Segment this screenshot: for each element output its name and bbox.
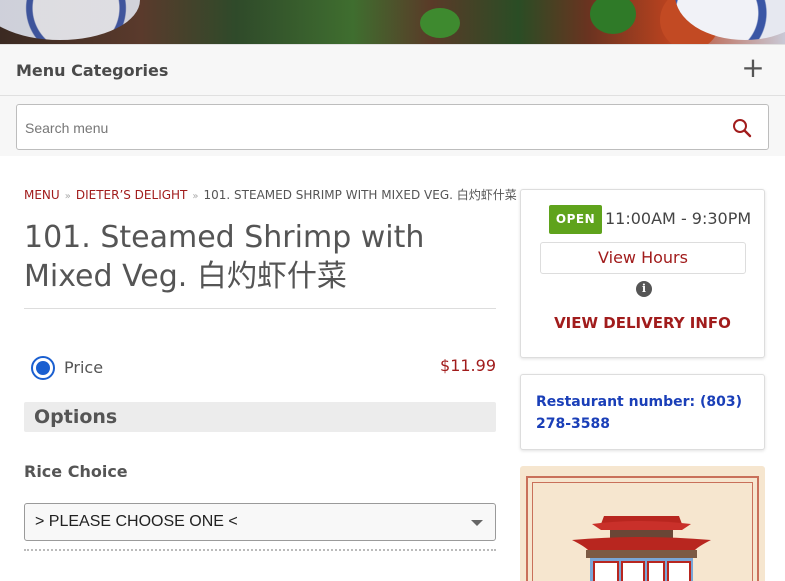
price-radio[interactable] — [31, 356, 55, 380]
restaurant-phone-link[interactable]: Restaurant number: (803) 278-3588 — [536, 391, 754, 435]
item-title: 101. Steamed Shrimp with Mixed Veg. 白灼虾什… — [24, 220, 425, 294]
search-input[interactable] — [25, 117, 705, 139]
breadcrumb-separator: » — [64, 191, 71, 202]
hero-food-image — [0, 0, 785, 44]
dotted-divider — [24, 549, 496, 551]
divider — [0, 95, 785, 96]
search-box — [16, 104, 769, 150]
breadcrumb-menu-link[interactable]: MENU — [24, 188, 60, 202]
restaurant-promo-image — [520, 466, 765, 581]
menu-categories-bar: Menu Categories + — [0, 44, 785, 156]
phone-card: Restaurant number: (803) 278-3588 — [520, 374, 765, 450]
price-option-row[interactable]: Price $11.99 — [24, 350, 496, 384]
breadcrumb-current: 101. STEAMED SHRIMP WITH MIXED VEG. 白灼虾什… — [203, 188, 517, 202]
options-section-header: Options — [24, 402, 496, 432]
breadcrumb-separator: » — [192, 191, 199, 202]
rice-choice-label: Rice Choice — [24, 462, 128, 481]
hero-plate-left — [0, 0, 140, 40]
divider — [24, 308, 496, 309]
menu-categories-title[interactable]: Menu Categories — [16, 61, 168, 80]
breadcrumb-category-link[interactable]: DIETER’S DELIGHT — [76, 188, 188, 202]
pagoda-building-icon — [572, 516, 711, 581]
options-heading: Options — [34, 406, 118, 428]
hero-broccoli — [420, 8, 460, 38]
rice-choice-value: > PLEASE CHOOSE ONE < — [35, 513, 238, 530]
price-label: Price — [64, 358, 104, 377]
view-delivery-info-link[interactable]: VIEW DELIVERY INFO — [521, 314, 764, 332]
hours-text: 11:00AM - 9:30PM — [605, 209, 752, 228]
search-icon[interactable] — [732, 118, 752, 138]
price-value: $11.99 — [440, 356, 496, 375]
hero-broccoli-2 — [590, 0, 636, 34]
rice-choice-select[interactable]: > PLEASE CHOOSE ONE < — [24, 503, 496, 541]
chevron-down-icon — [471, 520, 483, 526]
view-hours-button[interactable]: View Hours — [540, 242, 746, 274]
hours-card: OPEN 11:00AM - 9:30PM View Hours i VIEW … — [520, 189, 765, 358]
expand-categories-button[interactable]: + — [739, 54, 767, 83]
breadcrumb: MENU » DIETER’S DELIGHT » 101. STEAMED SHRIM… — [24, 186, 517, 203]
open-status-badge: OPEN — [549, 205, 602, 234]
info-icon[interactable]: i — [636, 281, 652, 297]
